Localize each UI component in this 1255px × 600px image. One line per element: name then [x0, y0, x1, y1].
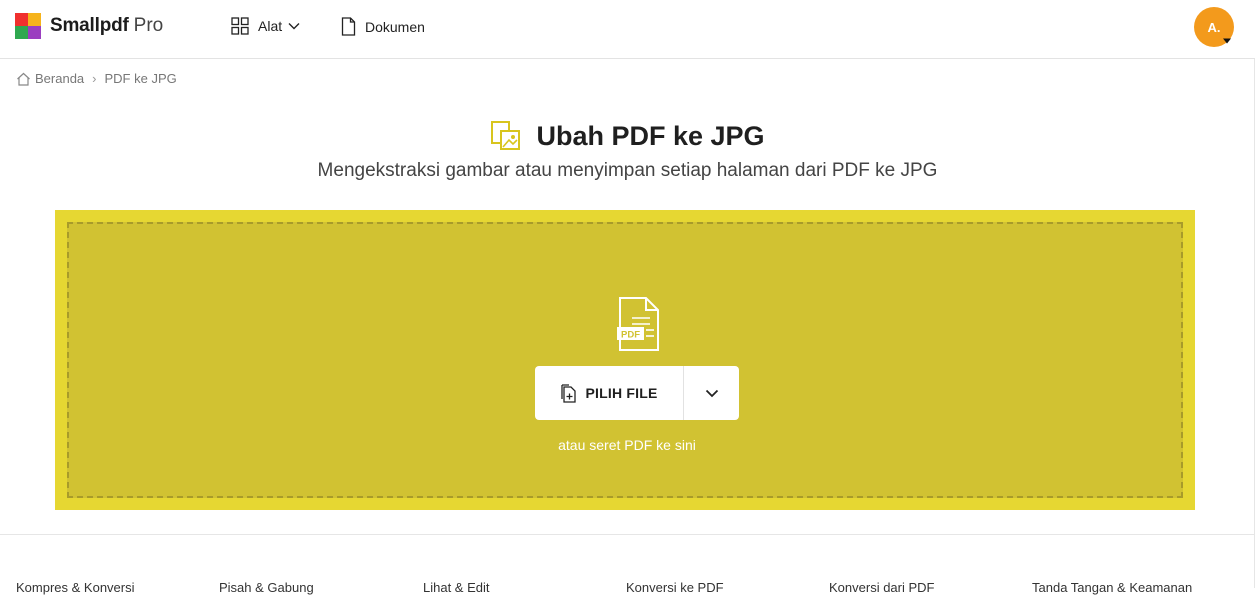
pdf-file-icon: PDF: [617, 297, 659, 351]
tools-menu[interactable]: Alat: [231, 17, 300, 35]
top-navigation-bar: Smallpdf Pro Alat Dokumen A.: [0, 0, 1255, 59]
grid-icon: [231, 17, 249, 35]
pdf-file-badge: PDF: [621, 330, 640, 341]
documents-link[interactable]: Dokumen: [341, 17, 425, 36]
brand-name: Smallpdf: [50, 15, 129, 36]
pdf-to-jpg-tool-icon: [491, 121, 521, 150]
drop-hint-text: atau seret PDF ke sini: [558, 437, 696, 453]
section-divider: [0, 534, 1255, 535]
upload-source-dropdown-button[interactable]: [684, 366, 739, 420]
page-title-row: Ubah PDF ke JPG: [0, 120, 1255, 152]
chevron-down-icon: [288, 23, 300, 30]
home-icon: [17, 72, 30, 86]
page-title: Ubah PDF ke JPG: [536, 120, 765, 151]
choose-file-button[interactable]: PILIH FILE: [535, 366, 684, 420]
tools-menu-label: Alat: [258, 18, 283, 34]
smallpdf-logo[interactable]: Smallpdf Pro: [15, 13, 163, 39]
footer-tool-categories: Kompres & Konversi Pisah & Gabung Lihat …: [0, 580, 1255, 600]
caret-down-icon[interactable]: [1222, 37, 1232, 45]
upload-dropzone[interactable]: PDF PILIH FILE atau seret PDF ke sini: [55, 210, 1195, 510]
upload-dropzone-inner[interactable]: PDF PILIH FILE atau seret PDF ke sini: [67, 222, 1183, 498]
breadcrumb-home-link[interactable]: Beranda: [35, 71, 84, 86]
smallpdf-logo-mark: [15, 13, 41, 39]
page-subtitle: Mengekstraksi gambar atau menyimpan seti…: [317, 160, 938, 181]
breadcrumb-current: PDF ke JPG: [104, 71, 177, 86]
breadcrumb-separator: ›: [92, 71, 97, 86]
choose-file-label: PILIH FILE: [585, 385, 658, 401]
choose-file-button-group: PILIH FILE: [535, 366, 739, 420]
document-icon: [341, 17, 356, 36]
brand-tier: Pro: [133, 15, 164, 36]
breadcrumb: Beranda › PDF ke JPG: [16, 71, 177, 86]
chevron-down-icon: [705, 389, 718, 397]
documents-link-label: Dokumen: [365, 18, 425, 35]
add-file-icon: [560, 383, 576, 403]
user-initials: A.: [1207, 19, 1221, 35]
